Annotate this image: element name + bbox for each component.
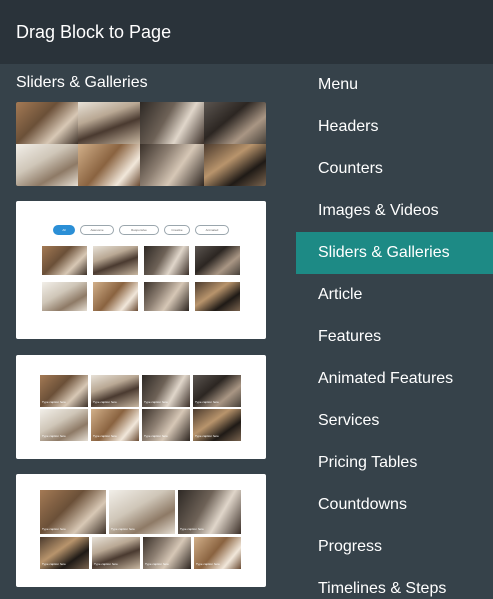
gallery-photo: Type caption here (178, 490, 241, 534)
gallery-photo: Type caption here (91, 409, 139, 441)
gallery-photo: Type caption here (193, 409, 241, 441)
photo-caption: Type caption here (42, 562, 66, 566)
gallery-photo (144, 246, 189, 275)
gallery-photo (78, 144, 140, 186)
photo-caption: Type caption here (42, 434, 66, 438)
gallery-photo: Type caption here (143, 537, 191, 569)
menu-item-article[interactable]: Article (296, 274, 493, 316)
gallery-photo: Type caption here (92, 537, 140, 569)
filter-pill: Responsive (119, 225, 159, 235)
gallery-photo (16, 102, 78, 144)
filter-pill: Animated (195, 225, 229, 235)
block-thumbnail-caption-grid[interactable]: Type caption here Type caption here Type… (16, 355, 266, 459)
gallery-photo: Type caption here (142, 409, 190, 441)
gallery-photo (140, 144, 204, 186)
photo-caption: Type caption here (145, 562, 169, 566)
menu-item-counters[interactable]: Counters (296, 148, 493, 190)
block-thumbnail-filter-gallery[interactable]: All Awesome Responsive Creative Animated (16, 201, 266, 339)
photo-caption: Type caption here (195, 400, 219, 404)
panel-header: Drag Block to Page (0, 0, 493, 64)
photo-caption: Type caption here (93, 400, 117, 404)
gallery-photo: Type caption here (194, 537, 241, 569)
menu-item-pricing-tables[interactable]: Pricing Tables (296, 442, 493, 484)
gallery-photo (195, 246, 240, 275)
gallery-photo (195, 282, 240, 311)
menu-item-features[interactable]: Features (296, 316, 493, 358)
gallery-photo: Type caption here (40, 375, 88, 407)
gallery-photo (140, 102, 204, 144)
photo-caption: Type caption here (42, 400, 66, 404)
gallery-photo: Type caption here (109, 490, 175, 534)
gallery-photo (93, 282, 138, 311)
menu-item-services[interactable]: Services (296, 400, 493, 442)
gallery-photo: Type caption here (142, 375, 190, 407)
gallery-photo (78, 102, 140, 144)
gallery-photo: Type caption here (91, 375, 139, 407)
gallery-photo (204, 102, 266, 144)
gallery-photo (42, 282, 87, 311)
photo-caption: Type caption here (93, 434, 117, 438)
filter-pill: Awesome (80, 225, 114, 235)
block-thumbnail-slider[interactable] (16, 102, 266, 186)
menu-item-headers[interactable]: Headers (296, 106, 493, 148)
photo-caption: Type caption here (42, 527, 66, 531)
photo-caption: Type caption here (195, 434, 219, 438)
category-menu: Menu Headers Counters Images & Videos Sl… (296, 64, 493, 599)
gallery-photo (93, 246, 138, 275)
photo-caption: Type caption here (180, 527, 204, 531)
menu-item-sliders-galleries[interactable]: Sliders & Galleries (296, 232, 493, 274)
photo-caption: Type caption here (144, 434, 168, 438)
gallery-photo (42, 246, 87, 275)
panel-title: Drag Block to Page (16, 22, 172, 42)
filter-pill: All (53, 225, 75, 235)
menu-item-timelines-steps[interactable]: Timelines & Steps (296, 568, 493, 599)
photo-caption: Type caption here (111, 527, 135, 531)
gallery-photo: Type caption here (40, 490, 106, 534)
gallery-photo: Type caption here (40, 537, 89, 569)
photo-caption: Type caption here (94, 562, 118, 566)
filter-pill: Creative (164, 225, 190, 235)
gallery-photo: Type caption here (193, 375, 241, 407)
photo-caption: Type caption here (144, 400, 168, 404)
photo-caption: Type caption here (196, 562, 220, 566)
gallery-photo (144, 282, 189, 311)
menu-item-progress[interactable]: Progress (296, 526, 493, 568)
gallery-photo: Type caption here (40, 409, 88, 441)
menu-item-animated-features[interactable]: Animated Features (296, 358, 493, 400)
menu-item-images-videos[interactable]: Images & Videos (296, 190, 493, 232)
block-preview-panel: Sliders & Galleries All Awesome Responsi… (0, 64, 296, 599)
menu-item-countdowns[interactable]: Countdowns (296, 484, 493, 526)
menu-item-menu[interactable]: Menu (296, 64, 493, 106)
section-title: Sliders & Galleries (16, 74, 148, 91)
block-thumbnail-masonry-gallery[interactable]: Type caption here Type caption here Type… (16, 474, 266, 587)
gallery-photo (16, 144, 78, 186)
gallery-photo (204, 144, 266, 186)
